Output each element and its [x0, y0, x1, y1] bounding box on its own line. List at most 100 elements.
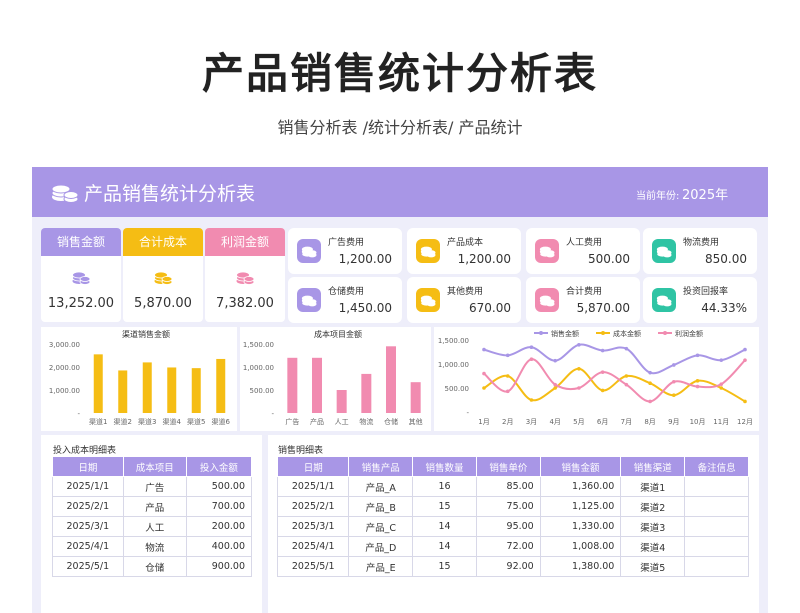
bar	[312, 357, 322, 413]
x-tick-label: 渠道4	[163, 417, 182, 426]
y-tick-label: 3,000.00	[49, 341, 80, 349]
table-cell: 14	[412, 536, 477, 557]
y-tick-label: 500.00	[445, 385, 470, 393]
table-cell: 2025/5/1	[52, 556, 124, 577]
x-tick-label: 渠道6	[212, 417, 231, 426]
table-cell: 人工	[122, 516, 187, 537]
legend-marker	[663, 331, 667, 335]
table-cell: 2025/5/1	[276, 556, 350, 577]
kpi-icon	[71, 267, 91, 287]
cost-card: 投资回报率 44.33%	[643, 277, 757, 323]
table-row: 2025/4/1 物流 400.00	[52, 536, 253, 557]
dashboard-title: 产品销售统计分析表	[84, 183, 256, 205]
data-point	[600, 348, 605, 353]
data-point	[553, 382, 557, 387]
table-cell: 产品_B	[348, 496, 414, 517]
series-line	[483, 358, 746, 403]
cost-card-value: 850.00	[705, 252, 747, 266]
y-tick-label: 500.00	[250, 387, 275, 395]
x-tick-label: 物流	[359, 417, 373, 426]
x-tick-label: 渠道5	[187, 417, 205, 426]
table-cell: 75.00	[475, 496, 541, 517]
y-tick-label: 1,000.00	[243, 364, 274, 372]
coins-icon	[301, 295, 317, 307]
cost-card: 其他费用 670.00	[407, 277, 521, 323]
coins-icon	[51, 184, 79, 203]
chart-title: 渠道销售金额	[122, 329, 170, 339]
page: 产品销售统计分析表 销售分析表 /统计分析表/ 产品统计 产品销售统计分析表 当…	[0, 0, 800, 613]
data-point	[529, 345, 534, 349]
cost-table-title: 投入成本明细表	[53, 446, 117, 456]
cost-card-icon	[416, 288, 440, 312]
table-header-cell: 销售金额	[539, 456, 622, 477]
x-tick-label: 仓储	[384, 417, 398, 426]
cost-card-icon	[652, 288, 676, 312]
data-point	[743, 358, 747, 362]
table-cell: 14	[412, 516, 477, 537]
data-point	[529, 398, 534, 402]
sales-table: 日期 销售产品 销售数量 销售单价 销售金额 销售渠道 备注信息 2025/1/1 产品_A 1…	[276, 456, 749, 577]
table-cell: 2025/4/1	[276, 536, 350, 557]
cost-card-label: 投资回报率	[683, 287, 729, 297]
bar	[336, 390, 347, 413]
x-tick-label: 4月	[549, 418, 560, 426]
x-tick-label: 产品	[310, 417, 324, 426]
table-cell: 15	[412, 556, 477, 577]
year-value: 2025年	[682, 188, 729, 203]
table-cell: 92.00	[475, 556, 541, 577]
table-row: 2025/5/1 仓储 900.00	[52, 556, 253, 577]
table-cell: 72.00	[475, 536, 541, 557]
data-point	[529, 357, 534, 361]
data-point	[505, 353, 510, 358]
data-point	[600, 388, 605, 393]
table-cell: 200.00	[185, 516, 253, 537]
x-tick-label: 渠道3	[138, 417, 156, 426]
cost-card-value: 670.00	[469, 301, 511, 315]
table-header-cell: 投入金额	[185, 456, 253, 477]
cost-table-panel: 投入成本明细表 日期 成本项目 投入金额 2025/1/1 广告 500.00 2025/…	[41, 435, 262, 613]
data-point	[482, 347, 486, 352]
x-tick-label: 6月	[597, 418, 608, 426]
table-cell	[684, 516, 749, 537]
data-point	[648, 381, 652, 385]
data-point	[482, 371, 486, 376]
table-cell: 15	[412, 496, 477, 517]
table-cell	[684, 556, 749, 577]
table-row: 2025/4/1 产品_D 14 72.00 1,008.00 渠道4	[276, 536, 749, 557]
cost-card-label: 产品成本	[447, 238, 484, 248]
bar	[93, 354, 103, 413]
x-tick-label: 渠道2	[114, 417, 132, 426]
table-header-cell: 销售数量	[412, 456, 477, 477]
dashboard-banner: 产品销售统计分析表 当前年份: 2025年	[32, 167, 768, 217]
x-tick-label: 1月	[478, 418, 489, 426]
bar	[287, 357, 298, 413]
bar	[386, 346, 396, 413]
bar	[167, 367, 177, 413]
table-cell: 仓储	[122, 556, 187, 577]
x-tick-label: 7月	[621, 418, 632, 426]
data-point	[505, 374, 510, 378]
x-tick-label: 其他	[409, 417, 423, 426]
table-cell: 95.00	[475, 516, 541, 537]
table-cell: 产品_D	[348, 536, 414, 557]
cost-table: 日期 成本项目 投入金额 2025/1/1 广告 500.00 2025/2/1 产品 700…	[52, 456, 253, 577]
table-row: 2025/2/1 产品 700.00	[52, 496, 253, 517]
data-point	[719, 358, 724, 362]
x-tick-label: 2月	[502, 418, 513, 426]
data-point	[577, 343, 581, 347]
data-point	[695, 379, 700, 383]
table-cell: 物流	[122, 536, 187, 557]
cost-card-icon	[297, 239, 321, 263]
x-tick-label: 10月	[690, 418, 706, 426]
cost-card: 人工费用 500.00	[526, 228, 640, 274]
cost-card: 仓储费用 1,450.00	[288, 277, 402, 323]
data-point	[505, 389, 510, 394]
x-tick-label: 广告	[285, 417, 299, 426]
cost-card-icon	[297, 288, 321, 312]
cost-card: 产品成本 1,200.00	[407, 228, 521, 274]
x-tick-label: 人工	[335, 418, 349, 426]
y-tick-label: -	[77, 410, 80, 418]
kpi-label: 利润金额	[205, 228, 285, 256]
data-point	[553, 386, 557, 390]
data-point	[577, 367, 581, 371]
